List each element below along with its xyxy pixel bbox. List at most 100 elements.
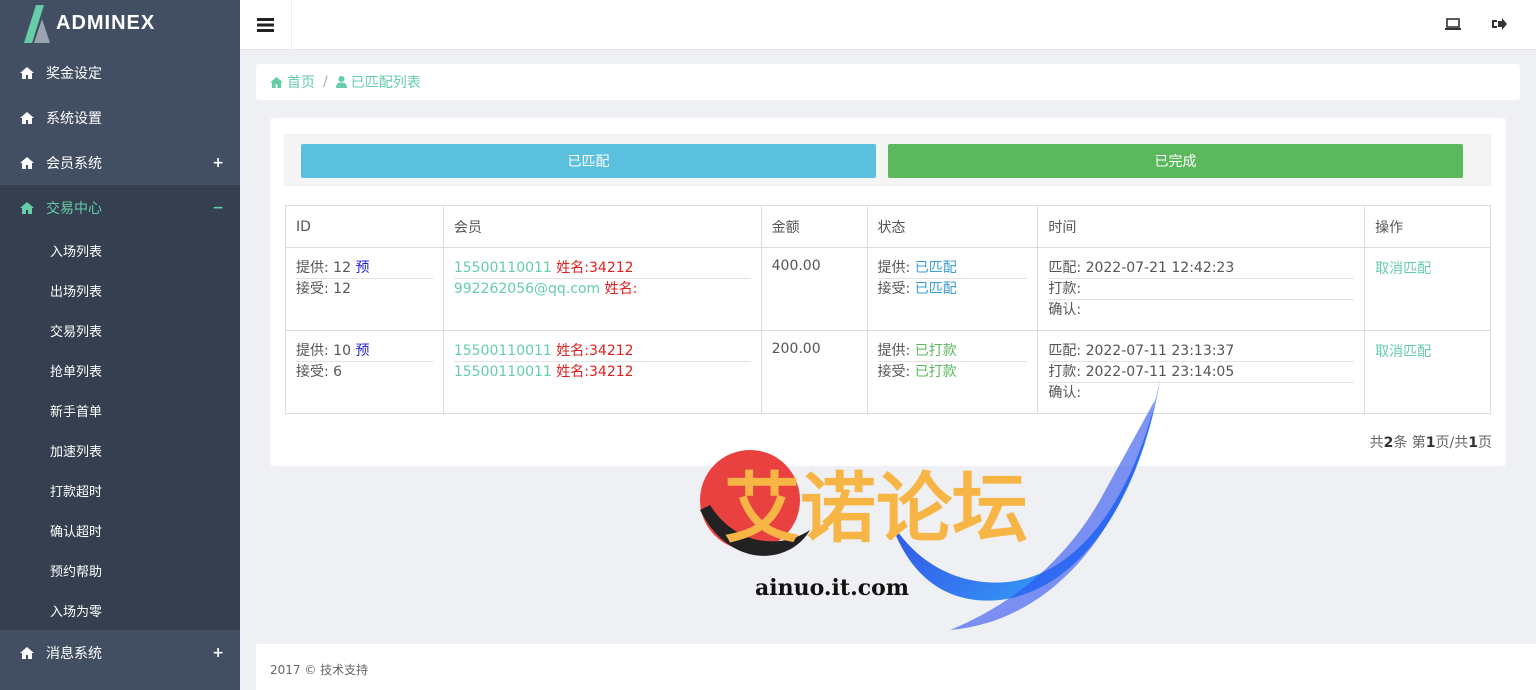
pre-order-badge: 预 xyxy=(355,260,370,276)
member-phone-link[interactable]: 992262056@qq.com xyxy=(454,281,600,297)
topbar xyxy=(240,0,1536,50)
tab-completed-button[interactable]: 已完成 xyxy=(888,144,1463,178)
breadcrumb-current: 已匹配列表 xyxy=(350,75,421,91)
watermark-site: ainuo.it.com xyxy=(755,575,909,601)
home-icon xyxy=(20,646,36,659)
status-label: 接受: xyxy=(877,364,911,380)
pager-text: 页 xyxy=(1478,435,1492,451)
time-label: 打款: xyxy=(1048,364,1082,380)
submenu-item[interactable]: 入场列表 xyxy=(0,230,240,270)
member-cell: 15500110011 姓名:34212 992262056@qq.com 姓名… xyxy=(442,247,762,331)
provide-id: 12 xyxy=(333,260,351,276)
pre-order-badge: 预 xyxy=(355,343,370,359)
column-header-amount: 金额 xyxy=(760,205,868,248)
sidebar-item-label: 系统设置 xyxy=(46,110,102,127)
member-phone-link[interactable]: 15500110011 xyxy=(454,364,552,380)
sidebar-toggle-button[interactable] xyxy=(240,0,292,50)
sidebar: ADMINEX 奖金设定 系统设置 会员系统 + 交易中心 − 入场列表 出场列… xyxy=(0,0,240,690)
accept-id: 12 xyxy=(333,281,351,297)
column-header-id: ID xyxy=(285,205,444,248)
status-badge: 已打款 xyxy=(914,364,957,380)
cancel-match-link[interactable]: 取消匹配 xyxy=(1375,261,1431,277)
member-phone-link[interactable]: 15500110011 xyxy=(454,260,552,276)
submenu-item[interactable]: 预约帮助 xyxy=(0,550,240,590)
member-name: 姓名:34212 xyxy=(556,364,634,380)
current-page: 1 xyxy=(1425,435,1436,451)
status-label: 提供: xyxy=(877,343,911,359)
sidebar-item-label: 奖金设定 xyxy=(46,65,102,82)
status-tabs: 已匹配 已完成 xyxy=(284,134,1491,186)
bars-icon xyxy=(257,18,274,32)
sidebar-item-bonus-settings[interactable]: 奖金设定 xyxy=(0,50,240,95)
expand-icon: + xyxy=(212,644,224,661)
sidebar-item-message-system[interactable]: 消息系统 + xyxy=(0,630,240,675)
cancel-match-link[interactable]: 取消匹配 xyxy=(1375,344,1431,360)
sidebar-item-label: 交易中心 xyxy=(46,200,102,217)
id-cell: 提供: 10 预 接受: 6 xyxy=(285,330,444,414)
total-pages: 1 xyxy=(1468,435,1478,451)
expand-icon: + xyxy=(212,154,224,171)
column-header-action: 操作 xyxy=(1364,205,1491,248)
sidebar-item-member-system[interactable]: 会员系统 + xyxy=(0,140,240,185)
sign-out-icon[interactable] xyxy=(1491,17,1507,31)
submenu-item[interactable]: 出场列表 xyxy=(0,270,240,310)
logo-text: ADMINEX xyxy=(56,11,156,34)
submenu-item[interactable]: 入场为零 xyxy=(0,590,240,630)
member-name: 姓名:34212 xyxy=(556,343,634,359)
tab-matched-button[interactable]: 已匹配 xyxy=(301,144,876,178)
home-icon xyxy=(20,156,36,169)
submenu-item[interactable]: 抢单列表 xyxy=(0,350,240,390)
member-phone-link[interactable]: 15500110011 xyxy=(454,343,552,359)
footer: 2017 © 技术支持 xyxy=(256,644,1536,690)
time-label: 匹配: xyxy=(1048,260,1082,276)
amount-cell: 400.00 xyxy=(760,247,868,331)
footer-text: 2017 © 技术支持 xyxy=(270,663,369,677)
sidebar-item-label: 会员系统 xyxy=(46,155,102,172)
breadcrumb-home-link[interactable]: 首页 xyxy=(287,72,315,92)
submenu-item[interactable]: 加速列表 xyxy=(0,430,240,470)
submenu-item[interactable]: 打款超时 xyxy=(0,470,240,510)
time-value: 2022-07-11 23:13:37 xyxy=(1085,343,1235,359)
status-badge: 已打款 xyxy=(914,343,957,359)
column-header-time: 时间 xyxy=(1037,205,1366,248)
time-value: 2022-07-11 23:14:05 xyxy=(1085,364,1235,380)
status-label: 提供: xyxy=(877,260,911,276)
time-label: 打款: xyxy=(1048,281,1082,297)
provide-label: 提供: xyxy=(296,260,329,276)
total-count: 2 xyxy=(1383,435,1394,451)
submenu-item[interactable]: 新手首单 xyxy=(0,390,240,430)
time-label: 确认: xyxy=(1048,302,1082,318)
time-value: 2022-07-21 12:42:23 xyxy=(1085,260,1235,276)
status-badge: 已匹配 xyxy=(914,260,957,276)
logo-icon xyxy=(24,5,50,43)
submenu-item[interactable]: 确认超时 xyxy=(0,510,240,550)
submenu-item[interactable]: 交易列表 xyxy=(0,310,240,350)
table-row: 提供: 12 预 接受: 12 15500110011 姓名:34212 992… xyxy=(285,247,1491,331)
member-name: 姓名: xyxy=(604,281,638,297)
laptop-icon[interactable] xyxy=(1445,17,1461,31)
home-icon xyxy=(20,201,36,214)
watermark-logo: 艾诺论坛 ainuo.it.com xyxy=(700,380,1160,630)
sidebar-item-label: 消息系统 xyxy=(46,645,102,662)
id-cell: 提供: 12 预 接受: 12 xyxy=(285,247,444,331)
pager-text: 共 xyxy=(1369,435,1384,451)
action-cell: 取消匹配 xyxy=(1364,247,1491,331)
column-header-member: 会员 xyxy=(442,205,762,248)
accept-id: 6 xyxy=(333,364,343,380)
pagination-info: 共2条 第1页/共1页 xyxy=(1370,432,1492,452)
watermark-title: 艾诺论坛 xyxy=(724,464,1028,553)
pager-text: 页/共 xyxy=(1435,435,1469,451)
column-header-status: 状态 xyxy=(866,205,1039,248)
time-label: 匹配: xyxy=(1048,343,1082,359)
collapse-icon: − xyxy=(212,199,224,216)
logo[interactable]: ADMINEX xyxy=(0,0,240,46)
action-cell: 取消匹配 xyxy=(1364,330,1491,414)
user-icon xyxy=(335,76,347,88)
sidebar-item-system-settings[interactable]: 系统设置 xyxy=(0,95,240,140)
breadcrumb-separator: / xyxy=(323,74,328,90)
breadcrumb: 首页 / 已匹配列表 xyxy=(256,64,1520,100)
sidebar-item-trade-center[interactable]: 交易中心 − xyxy=(0,185,240,230)
time-cell: 匹配: 2022-07-21 12:42:23 打款: 确认: xyxy=(1037,247,1366,331)
status-badge: 已匹配 xyxy=(914,281,957,297)
provide-id: 10 xyxy=(333,343,351,359)
